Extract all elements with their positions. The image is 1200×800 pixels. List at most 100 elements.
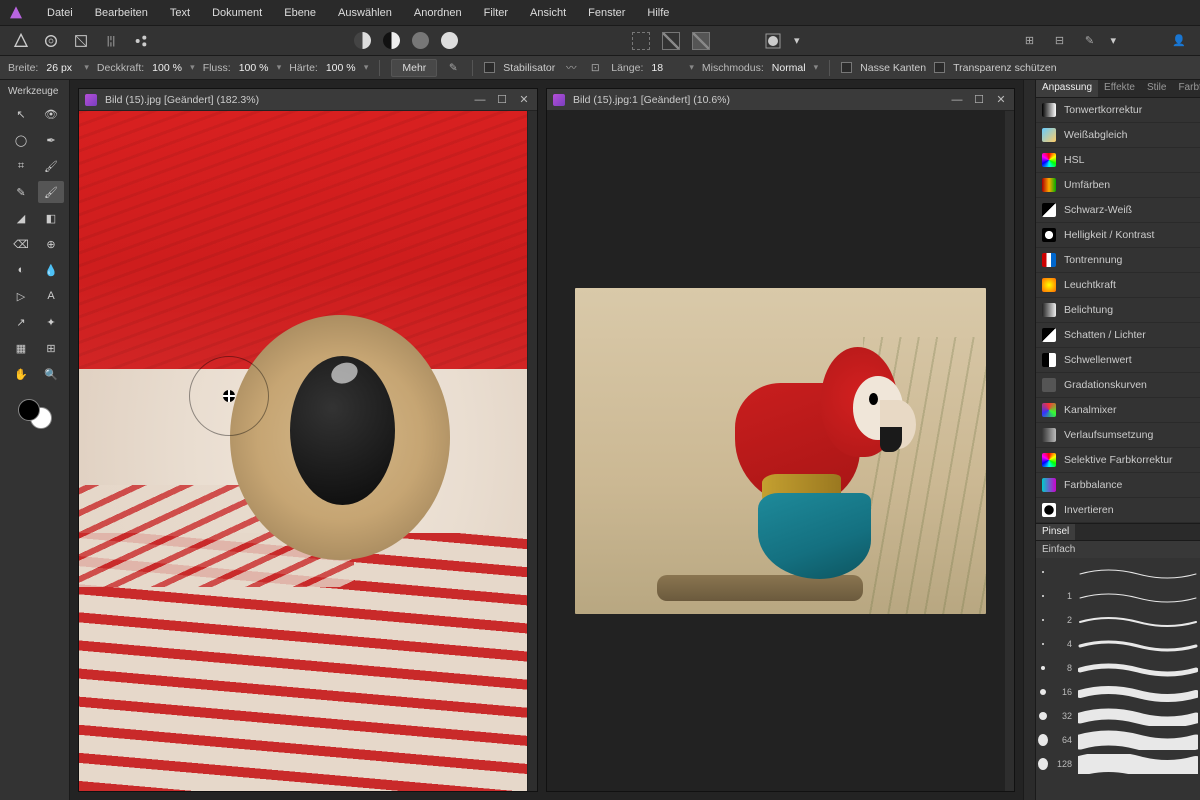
adjustment-hsl[interactable]: HSL (1036, 148, 1200, 173)
node-tool-icon[interactable]: ↗ (8, 311, 34, 333)
menu-ansicht[interactable]: Ansicht (519, 3, 577, 23)
zoom-tool-icon[interactable]: 🔍 (38, 363, 64, 385)
brush-preset[interactable]: 2 (1038, 608, 1198, 632)
adjustment-schwarz-wei-[interactable]: Schwarz-Weiß (1036, 198, 1200, 223)
account-icon[interactable]: 👤 (1170, 32, 1188, 50)
brush-preset[interactable]: 8 (1038, 656, 1198, 680)
maximize-button[interactable]: ☐ (495, 93, 509, 107)
adjustment-leuchtkraft[interactable]: Leuchtkraft (1036, 273, 1200, 298)
close-button[interactable]: ✕ (994, 93, 1008, 107)
blendmode-value[interactable]: Normal (772, 62, 806, 74)
freehand-select-icon[interactable]: ✒ (38, 129, 64, 151)
channel-toggle2-icon[interactable] (383, 32, 400, 49)
adjustment-schwellenwert[interactable]: Schwellenwert (1036, 348, 1200, 373)
pan-tool-icon[interactable]: ✋ (8, 363, 34, 385)
liquify-persona-icon[interactable] (42, 32, 60, 50)
adjustment-farbbalance[interactable]: Farbbalance (1036, 473, 1200, 498)
selection-brush-icon[interactable]: 🖌 (38, 155, 64, 177)
document-titlebar[interactable]: Bild (15).jpg [Geändert] (182.3%) — ☐ ✕ (79, 89, 537, 111)
width-value[interactable]: 26 px (46, 62, 76, 74)
menu-datei[interactable]: Datei (36, 3, 84, 23)
channel-toggle-icon[interactable] (354, 32, 371, 49)
dropdown-caret-icon[interactable]: ▾ (794, 34, 800, 47)
menu-fenster[interactable]: Fenster (577, 3, 636, 23)
flood-select-icon[interactable]: ✎ (8, 181, 34, 203)
menu-auswählen[interactable]: Auswählen (327, 3, 403, 23)
wet-edges-checkbox[interactable] (841, 62, 852, 73)
menu-anordnen[interactable]: Anordnen (403, 3, 473, 23)
brush-preset[interactable]: 32 (1038, 704, 1198, 728)
develop-persona-icon[interactable] (72, 32, 90, 50)
close-button[interactable]: ✕ (517, 93, 531, 107)
snap-grid2-icon[interactable]: ⊟ (1050, 32, 1068, 50)
brush-preset[interactable]: 128 (1038, 752, 1198, 776)
adjustment-invertieren[interactable]: Invertieren (1036, 498, 1200, 523)
export-persona-icon[interactable] (132, 32, 150, 50)
brush-category[interactable]: Einfach (1036, 541, 1200, 558)
document-titlebar[interactable]: Bild (15).jpg:1 [Geändert] (10.6%) — ☐ ✕ (547, 89, 1014, 111)
tab-anpassung[interactable]: Anpassung (1036, 80, 1098, 97)
adjustment-gradationskurven[interactable]: Gradationskurven (1036, 373, 1200, 398)
vertical-scrollbar[interactable] (527, 111, 537, 791)
menu-bearbeiten[interactable]: Bearbeiten (84, 3, 159, 23)
marquee-tool-icon[interactable]: ◯ (8, 129, 34, 151)
gradient-tool-icon[interactable]: ◧ (38, 207, 64, 229)
channel-toggle4-icon[interactable] (441, 32, 458, 49)
vertical-scrollbar[interactable] (1004, 111, 1014, 791)
brush-preset[interactable] (1038, 560, 1198, 584)
menu-filter[interactable]: Filter (473, 3, 519, 23)
mesh-tool-icon[interactable]: ▦ (8, 337, 34, 359)
menu-dokument[interactable]: Dokument (201, 3, 273, 23)
selection-marquee-icon[interactable] (632, 32, 650, 50)
adjustment-verlaufsumsetzung[interactable]: Verlaufsumsetzung (1036, 423, 1200, 448)
eraser-tool-icon[interactable]: ⌫ (8, 233, 34, 255)
selection-line-icon[interactable] (662, 32, 680, 50)
crop-tool-icon[interactable]: ⌗ (8, 155, 34, 177)
paint-brush-icon[interactable]: 🖌 (38, 181, 64, 203)
canvas[interactable] (79, 111, 537, 791)
menu-hilfe[interactable]: Hilfe (636, 3, 680, 23)
quickmask-icon[interactable] (764, 32, 782, 50)
selection-fill-icon[interactable] (692, 32, 710, 50)
text-tool-icon[interactable]: A (38, 285, 64, 307)
adjustment-tonwertkorrektur[interactable]: Tonwertkorrektur (1036, 98, 1200, 123)
grid-tool-icon[interactable]: ⊞ (38, 337, 64, 359)
dodge-tool-icon[interactable]: ◐ (8, 259, 34, 281)
hardness-value[interactable]: 100 % (326, 62, 356, 74)
tone-map-persona-icon[interactable]: |¦| (102, 32, 120, 50)
adjustment-schatten-lichter[interactable]: Schatten / Lichter (1036, 323, 1200, 348)
blur-tool-icon[interactable]: 💧 (38, 259, 64, 281)
clone-tool-icon[interactable]: ⊕ (38, 233, 64, 255)
protect-alpha-checkbox[interactable] (934, 62, 945, 73)
opacity-value[interactable]: 100 % (152, 62, 182, 74)
tab-stile[interactable]: Stile (1141, 80, 1172, 97)
tab-effekte[interactable]: Effekte (1098, 80, 1141, 97)
color-well[interactable] (4, 399, 65, 429)
adjustment-tontrennung[interactable]: Tontrennung (1036, 248, 1200, 273)
adjustment-wei-abgleich[interactable]: Weißabgleich (1036, 123, 1200, 148)
adjustment-umf-rben[interactable]: Umfärben (1036, 173, 1200, 198)
brush-preset[interactable]: 16 (1038, 680, 1198, 704)
foreground-color-swatch[interactable] (18, 399, 40, 421)
tab-farbfelder[interactable]: Farbfelder (1172, 80, 1200, 97)
photo-persona-icon[interactable] (12, 32, 30, 50)
pressure-icon[interactable]: ✎ (445, 60, 461, 76)
minimize-button[interactable]: — (950, 93, 964, 107)
snap-grid-icon[interactable]: ⊞ (1020, 32, 1038, 50)
maximize-button[interactable]: ☐ (972, 93, 986, 107)
rope-stabilizer-icon[interactable]: 〰 (563, 60, 579, 76)
adjustment-selektive-farbkorrektur[interactable]: Selektive Farbkorrektur (1036, 448, 1200, 473)
window-stabilizer-icon[interactable]: ⊡ (587, 60, 603, 76)
channel-toggle3-icon[interactable] (412, 32, 429, 49)
brush-preset[interactable]: 4 (1038, 632, 1198, 656)
adjustment-helligkeit-kontrast[interactable]: Helligkeit / Kontrast (1036, 223, 1200, 248)
length-value[interactable]: 18 (651, 62, 681, 74)
more-button[interactable]: Mehr (391, 59, 437, 77)
adjustment-kanalmixer[interactable]: Kanalmixer (1036, 398, 1200, 423)
fill-tool-icon[interactable]: ◢ (8, 207, 34, 229)
menu-ebene[interactable]: Ebene (273, 3, 327, 23)
tab-brushes[interactable]: Pinsel (1036, 524, 1075, 540)
brush-preset[interactable]: 64 (1038, 728, 1198, 752)
shape-tool-icon[interactable]: ✦ (38, 311, 64, 333)
move-tool-icon[interactable]: ↖ (8, 103, 34, 125)
